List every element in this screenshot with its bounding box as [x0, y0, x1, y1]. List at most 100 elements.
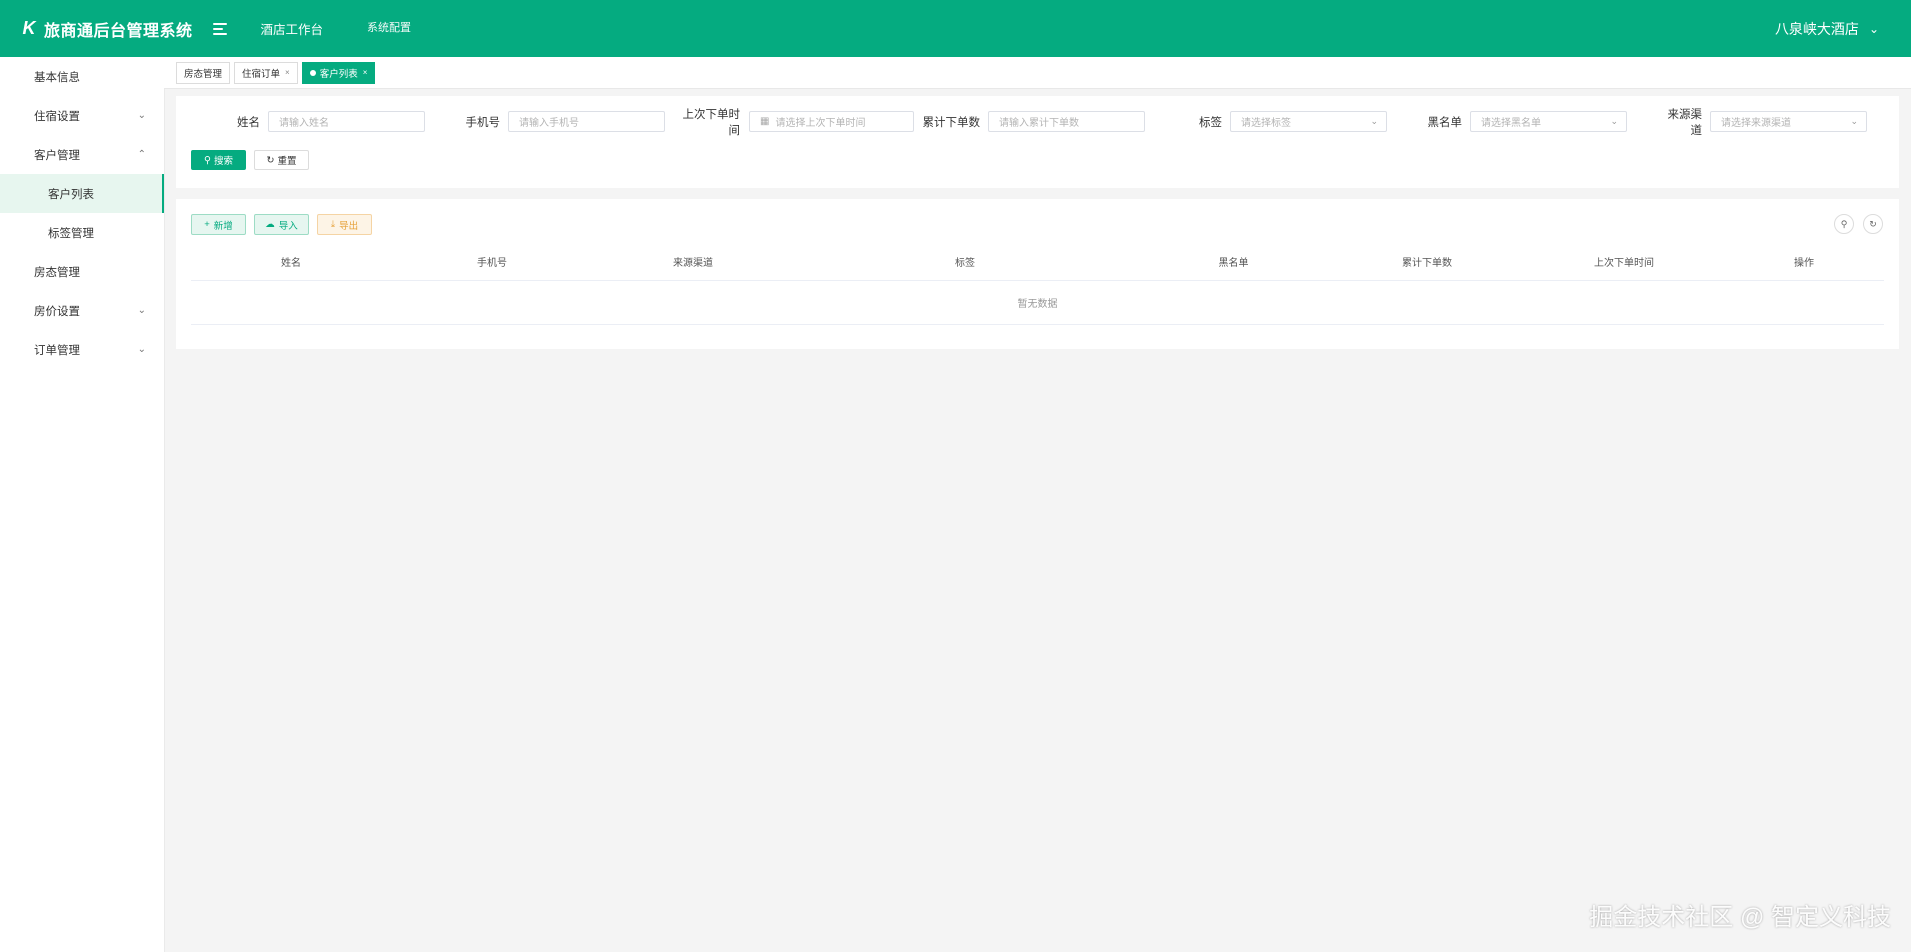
- hotel-name: 八泉峡大酒店: [1774, 20, 1859, 37]
- watermark: 掘金技术社区 @ 智定义科技: [1589, 904, 1891, 931]
- sidebar-item-customer-management[interactable]: 客户管理 ⌃: [0, 135, 164, 174]
- name-label: 姓名: [237, 116, 260, 129]
- search-form: 姓名 请输入姓名 手机号 请输入手机号 上次下单时间 ▦ 请选择上次下单时间 累…: [176, 96, 1899, 188]
- column-header-actions: 操作: [1794, 257, 1814, 269]
- tab-label: 住宿订单: [242, 68, 281, 80]
- export-button[interactable]: ⤓ 导出: [317, 214, 372, 235]
- column-header-tag: 标签: [955, 257, 975, 269]
- order-count-placeholder: 请输入累计下单数: [999, 118, 1079, 129]
- nav-system-config[interactable]: 系统配置: [367, 19, 411, 38]
- active-dot-icon: [309, 69, 316, 76]
- sidebar-item-order-management[interactable]: 订单管理 ⌄: [0, 330, 164, 369]
- source-channel-field-group: 来源渠道 请选择来源渠道 ⌄: [1658, 109, 1867, 137]
- top-nav: 酒店工作台 系统配置: [261, 19, 456, 38]
- empty-state: 暂无数据: [191, 281, 1884, 325]
- calendar-icon: ▦: [760, 116, 770, 127]
- sidebar-item-room-status[interactable]: 房态管理: [0, 252, 164, 291]
- last-order-time-field-group: 上次下单时间 ▦ 请选择上次下单时间: [672, 109, 914, 137]
- tab-customer-list[interactable]: 客户列表 ×: [301, 61, 376, 84]
- tag-label: 标签: [1199, 116, 1222, 129]
- sidebar-item-label: 房价设置: [34, 305, 80, 318]
- blacklist-label: 黑名单: [1427, 116, 1463, 129]
- add-button[interactable]: + 新增: [191, 214, 246, 235]
- sidebar-item-customer-list[interactable]: 客户列表: [0, 174, 164, 213]
- column-header-name: 姓名: [281, 257, 301, 269]
- column-header-source-channel: 来源渠道: [673, 257, 713, 269]
- chevron-down-icon: ⌄: [137, 305, 146, 316]
- chevron-down-icon: ⌄: [1610, 116, 1618, 126]
- chevron-down-icon: ⌄: [1868, 21, 1879, 36]
- chevron-down-icon: ⌄: [137, 110, 146, 121]
- tab-lodging-orders[interactable]: 住宿订单 ×: [234, 61, 298, 84]
- blacklist-select[interactable]: 请选择黑名单 ⌄: [1470, 111, 1627, 132]
- plus-icon: +: [204, 219, 210, 230]
- search-button[interactable]: ⚲ 搜索: [191, 150, 246, 170]
- name-placeholder: 请输入姓名: [279, 118, 329, 129]
- sidebar-item-label: 客户管理: [34, 149, 80, 162]
- phone-field-group: 手机号 请输入手机号: [448, 110, 665, 133]
- sidebar-item-label: 订单管理: [34, 344, 80, 357]
- add-button-label: 新增: [213, 220, 233, 232]
- chevron-down-icon: ⌄: [1850, 116, 1858, 126]
- search-button-label: 搜索: [213, 156, 233, 167]
- sidebar-item-label: 住宿设置: [34, 110, 80, 123]
- sidebar-item-label: 标签管理: [48, 227, 94, 240]
- source-channel-placeholder: 请选择来源渠道: [1721, 118, 1791, 129]
- tab-room-status[interactable]: 房态管理: [176, 61, 231, 84]
- order-count-label: 累计下单数: [922, 116, 981, 129]
- sidebar-item-label: 客户列表: [48, 188, 94, 201]
- tag-field-group: 标签 请选择标签 ⌄: [1178, 110, 1387, 133]
- customer-table-card: + 新增 ☁ 导入 ⤓ 导出 ⚲ ↻ 姓名 手机号 来源渠道 标签 黑名单 累计…: [176, 199, 1899, 349]
- hotel-selector[interactable]: 八泉峡大酒店 ⌄: [1775, 0, 1879, 57]
- reset-button[interactable]: ↻ 重置: [254, 150, 309, 170]
- table-header: 姓名 手机号 来源渠道 标签 黑名单 累计下单数 上次下单时间 操作: [191, 242, 1884, 281]
- sidebar-item-tag-management[interactable]: 标签管理: [0, 213, 164, 252]
- name-input[interactable]: 请输入姓名: [268, 111, 425, 132]
- tab-bar: 房态管理 住宿订单 × 客户列表 ×: [164, 57, 1911, 89]
- order-count-input[interactable]: 请输入累计下单数: [988, 111, 1145, 132]
- column-header-blacklist: 黑名单: [1218, 257, 1249, 269]
- column-header-order-count: 累计下单数: [1402, 257, 1452, 269]
- last-order-time-picker[interactable]: ▦ 请选择上次下单时间: [749, 111, 914, 132]
- menu-toggle-icon[interactable]: [212, 21, 231, 37]
- sidebar-item-room-price[interactable]: 房价设置 ⌄: [0, 291, 164, 330]
- sidebar-item-label: 基本信息: [34, 71, 80, 84]
- sidebar-item-basic-info[interactable]: 基本信息: [0, 57, 164, 96]
- import-button-label: 导入: [278, 220, 298, 232]
- search-icon: ⚲: [204, 154, 211, 166]
- column-header-last-order-time: 上次下单时间: [1594, 257, 1654, 269]
- import-button[interactable]: ☁ 导入: [254, 214, 309, 235]
- brand-logo-icon: K: [22, 18, 36, 38]
- sidebar: 基本信息 住宿设置 ⌄ 客户管理 ⌃ 客户列表 标签管理 房态管理 房价设置 ⌄…: [0, 57, 165, 952]
- last-order-time-placeholder: 请选择上次下单时间: [775, 118, 866, 129]
- blacklist-placeholder: 请选择黑名单: [1481, 118, 1541, 129]
- top-bar: K 旅商通后台管理系统 酒店工作台 系统配置 八泉峡大酒店 ⌄: [0, 0, 1911, 57]
- app-title: 旅商通后台管理系统: [44, 22, 193, 40]
- chevron-down-icon: ⌄: [137, 344, 146, 355]
- download-icon: ⤓: [330, 219, 336, 230]
- name-field-group: 姓名 请输入姓名: [208, 110, 425, 133]
- column-header-phone: 手机号: [477, 257, 507, 269]
- cloud-upload-icon: ☁: [265, 219, 275, 230]
- source-channel-select[interactable]: 请选择来源渠道 ⌄: [1710, 111, 1867, 132]
- close-icon[interactable]: ×: [285, 68, 290, 77]
- refresh-icon: ↻: [266, 154, 275, 166]
- last-order-time-label: 上次下单时间: [682, 108, 741, 137]
- tab-label: 房态管理: [184, 68, 223, 80]
- close-icon[interactable]: ×: [363, 68, 368, 77]
- chevron-down-icon: ⌄: [1370, 116, 1378, 126]
- order-count-field-group: 累计下单数 请输入累计下单数: [920, 110, 1145, 133]
- sidebar-item-label: 房态管理: [34, 266, 80, 279]
- refresh-icon[interactable]: ↻: [1863, 214, 1883, 234]
- brand[interactable]: K 旅商通后台管理系统: [18, 17, 193, 41]
- sidebar-item-lodging-settings[interactable]: 住宿设置 ⌄: [0, 96, 164, 135]
- phone-placeholder: 请输入手机号: [519, 118, 579, 129]
- nav-hotel-workbench[interactable]: 酒店工作台: [261, 19, 324, 38]
- phone-input[interactable]: 请输入手机号: [508, 111, 665, 132]
- tag-select[interactable]: 请选择标签 ⌄: [1230, 111, 1387, 132]
- source-channel-label: 来源渠道: [1667, 108, 1703, 137]
- phone-label: 手机号: [465, 116, 501, 129]
- toggle-search-icon[interactable]: ⚲: [1834, 214, 1854, 234]
- tab-label: 客户列表: [319, 68, 358, 80]
- blacklist-field-group: 黑名单 请选择黑名单 ⌄: [1418, 110, 1627, 133]
